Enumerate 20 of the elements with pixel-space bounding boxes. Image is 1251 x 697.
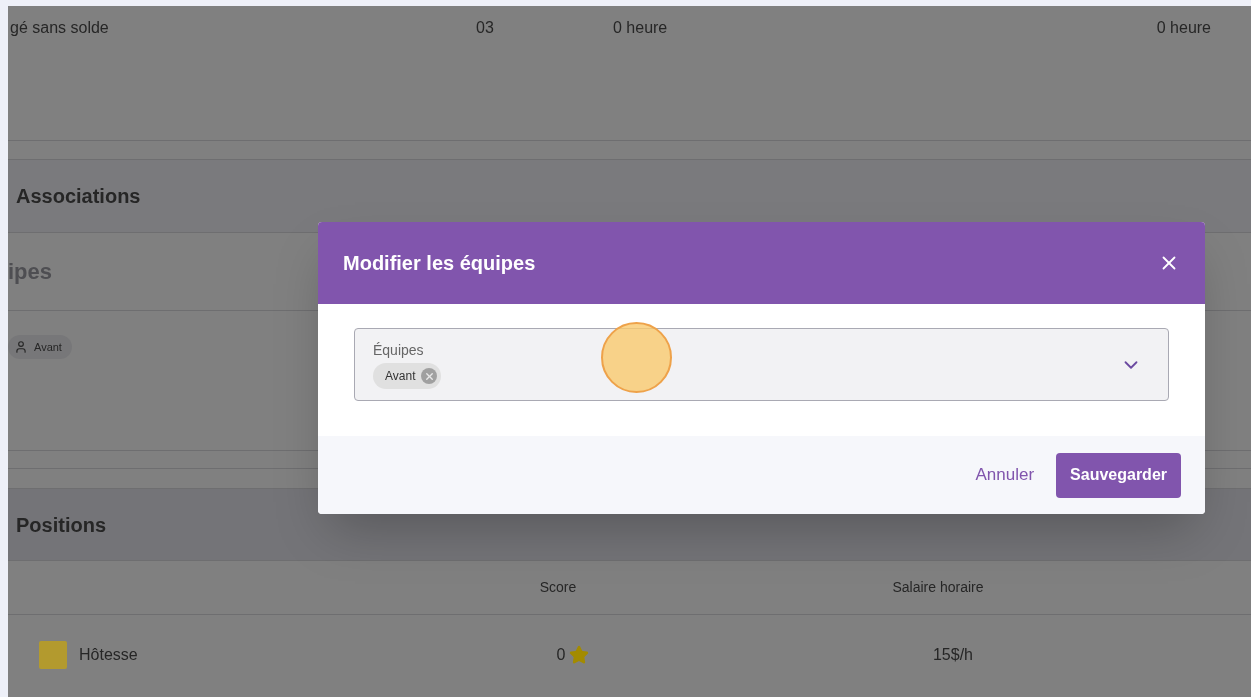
team-chip: Avant bbox=[8, 335, 72, 359]
leave-type: gé sans solde bbox=[10, 18, 110, 38]
field-label: Équipes bbox=[373, 341, 425, 360]
leave-hours: 0 heure bbox=[613, 18, 668, 38]
dialog-title: Modifier les équipes bbox=[343, 251, 536, 276]
section-title: Associations bbox=[16, 184, 141, 209]
person-icon bbox=[14, 340, 28, 354]
team-chip: Avant bbox=[373, 363, 442, 389]
teams-select-field[interactable]: Équipes Avant bbox=[354, 328, 1169, 401]
column-header: Salaire horaire bbox=[891, 578, 985, 597]
column-header: Score bbox=[538, 578, 578, 597]
leave-balance: 0 heure bbox=[1156, 18, 1211, 38]
score-value: 0 bbox=[556, 645, 566, 665]
section-title: Positions bbox=[16, 512, 106, 538]
position-name: Hôtesse bbox=[79, 645, 139, 665]
leave-code: 03 bbox=[476, 18, 495, 38]
hourly-wage: 15$/h bbox=[931, 645, 974, 665]
save-button[interactable]: Sauvegarder bbox=[1056, 452, 1181, 498]
star-icon bbox=[569, 645, 590, 665]
cancel-button[interactable]: Annuler bbox=[975, 452, 1035, 498]
